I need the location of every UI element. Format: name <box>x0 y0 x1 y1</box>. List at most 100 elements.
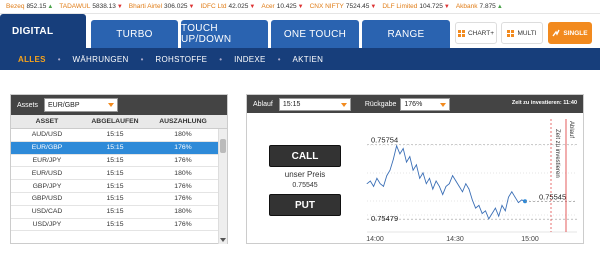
price-point <box>452 175 453 176</box>
subnav-item-alles[interactable]: ALLES <box>18 55 46 64</box>
asset-name: USD/JPY <box>32 220 62 228</box>
price-caption: unser Preis <box>284 170 326 179</box>
tab-one-touch[interactable]: ONE TOUCH <box>271 20 359 48</box>
multi-grid-icon <box>507 29 515 37</box>
price-point <box>514 196 516 198</box>
asset-row[interactable]: GBP/USD 15:15 176% <box>11 193 227 206</box>
price-point <box>396 145 397 147</box>
ticker-value: 104.725 <box>419 3 443 10</box>
price-point <box>442 194 444 195</box>
expiry-dropdown[interactable]: 15:15 <box>278 97 351 111</box>
price-ticker: Bezeq 852.15▲ TADAWUL 5838.13▼ Bharti Airtel… <box>0 0 600 14</box>
ticker-item[interactable]: Bharti Airtel 306.025▼ <box>129 0 195 13</box>
ticker-item[interactable]: CNX NIFTY 7524.45▼ <box>309 0 377 13</box>
tab-digital[interactable]: DIGITAL <box>0 14 86 48</box>
asset-list-scrollbar[interactable] <box>218 129 227 244</box>
multi-label: MULTI <box>517 29 537 37</box>
asset-row[interactable]: EUR/USD 15:15 180% <box>11 167 227 181</box>
price-point <box>488 218 490 220</box>
ticker-name: Bezeq <box>6 3 25 10</box>
subnav-item-waehrungen[interactable]: WÄHRUNGEN <box>73 55 129 64</box>
asset-row[interactable]: AUD/USD 15:15 180% <box>11 129 227 142</box>
subnav-separator: • <box>277 54 281 64</box>
column-header-payout: AUSZAHLUNG <box>159 118 207 125</box>
ticker-name: CNX NIFTY <box>309 3 344 10</box>
ticker-value: 852.15 <box>26 3 47 10</box>
multi-view-button[interactable]: MULTI <box>501 22 543 44</box>
price-point <box>481 213 483 214</box>
asset-panel-header: Assets EUR/GBP <box>11 95 227 115</box>
price-value: 0.75545 <box>292 182 318 189</box>
chart-plus-button[interactable]: CHART+ <box>455 22 497 44</box>
asset-payout: 176% <box>174 195 192 203</box>
ticker-item[interactable]: Akbank 7.875▲ <box>456 0 503 13</box>
ticker-item[interactable]: TADAWUL 5838.13▼ <box>59 0 123 13</box>
chart-high-label: 0.75754 <box>371 136 398 145</box>
put-button[interactable]: PUT <box>269 194 341 216</box>
single-view-button[interactable]: SINGLE <box>548 22 592 44</box>
price-point <box>422 172 424 174</box>
invest-time-caption: Zeit zu investieren: <box>511 100 562 106</box>
asset-row[interactable]: GBP/JPY 15:15 176% <box>11 180 227 193</box>
price-point <box>429 177 430 179</box>
asset-row[interactable]: USD/JPY 15:15 176% <box>11 219 227 232</box>
ticker-name: IDFC Ltd <box>200 3 227 10</box>
asset-list-panel: Assets EUR/GBP ASSET ABGELAUFEN AUSZAHLU… <box>10 94 228 244</box>
ticker-item[interactable]: Acer 10.425▼ <box>261 0 303 13</box>
ticker-item[interactable]: DLF Limited 104.725▼ <box>382 0 450 13</box>
ticker-value: 5838.13 <box>92 3 116 10</box>
x-tick-label: 14:30 <box>446 236 464 243</box>
asset-category-nav: ALLES • WÄHRUNGEN • ROHSTOFFE • INDEXE •… <box>0 48 600 70</box>
x-tick-label: 14:00 <box>366 236 384 243</box>
ticker-value: 10.425 <box>276 3 297 10</box>
option-type-tabs: DIGITAL TURBO TOUCH UP/DOWN ONE TOUCH RA… <box>0 14 600 48</box>
asset-table-header: ASSET ABGELAUFEN AUSZAHLUNG <box>11 115 227 129</box>
subnav-separator: • <box>219 54 223 64</box>
asset-payout: 180% <box>174 131 192 139</box>
single-view-icon <box>552 29 561 37</box>
column-header-expiry: ABGELAUFEN <box>91 118 139 125</box>
asset-dropdown[interactable]: EUR/GBP <box>44 98 119 112</box>
subnav-item-rohstoffe[interactable]: ROHSTOFFE <box>155 55 207 64</box>
price-point <box>406 161 407 163</box>
ticker-name: Acer <box>261 3 275 10</box>
price-point <box>521 199 523 201</box>
price-point <box>491 213 493 214</box>
asset-row[interactable]: EUR/JPY 15:15 176% <box>11 155 227 168</box>
ticker-name: TADAWUL <box>59 3 91 10</box>
call-button[interactable]: CALL <box>269 145 341 167</box>
ticker-value: 7.875 <box>479 3 496 10</box>
price-point <box>445 186 447 187</box>
subnav-item-aktien[interactable]: AKTIEN <box>293 55 324 64</box>
tab-touch-up-down[interactable]: TOUCH UP/DOWN <box>181 20 268 48</box>
tab-range[interactable]: RANGE <box>362 20 450 48</box>
asset-payout: 176% <box>174 182 192 190</box>
arrow-down-icon: ▼ <box>116 4 123 10</box>
price-point <box>465 183 467 185</box>
asset-expiry: 15:15 <box>106 131 124 139</box>
price-point <box>462 191 463 193</box>
asset-table-body: AUD/USD 15:15 180% EUR/GBP 15:15 176% EUR/JPY 1… <box>11 129 227 232</box>
price-point <box>495 207 496 209</box>
price-point <box>471 199 473 201</box>
asset-row[interactable]: EUR/GBP 15:15 176% <box>11 141 227 155</box>
scroll-down-icon[interactable] <box>220 238 226 242</box>
asset-dropdown-value: EUR/GBP <box>48 101 80 109</box>
tab-turbo[interactable]: TURBO <box>91 20 178 48</box>
price-point <box>383 186 384 187</box>
ticker-item[interactable]: IDFC Ltd 42.025▼ <box>200 0 256 13</box>
price-point <box>416 164 417 166</box>
price-point <box>419 177 421 179</box>
expiry-label: Ablauf <box>253 100 273 108</box>
return-dropdown[interactable]: 176% <box>400 97 451 111</box>
asset-expiry: 15:15 <box>106 195 124 203</box>
asset-name: EUR/USD <box>31 169 63 177</box>
price-point <box>389 169 391 171</box>
asset-row[interactable]: USD/CAD 15:15 180% <box>11 206 227 219</box>
scrollbar-thumb[interactable] <box>220 139 226 153</box>
price-point <box>386 175 388 176</box>
price-point <box>379 183 381 185</box>
asset-name: GBP/USD <box>31 195 63 203</box>
subnav-item-indexe[interactable]: INDEXE <box>234 55 266 64</box>
ticker-item[interactable]: Bezeq 852.15▲ <box>6 0 53 13</box>
